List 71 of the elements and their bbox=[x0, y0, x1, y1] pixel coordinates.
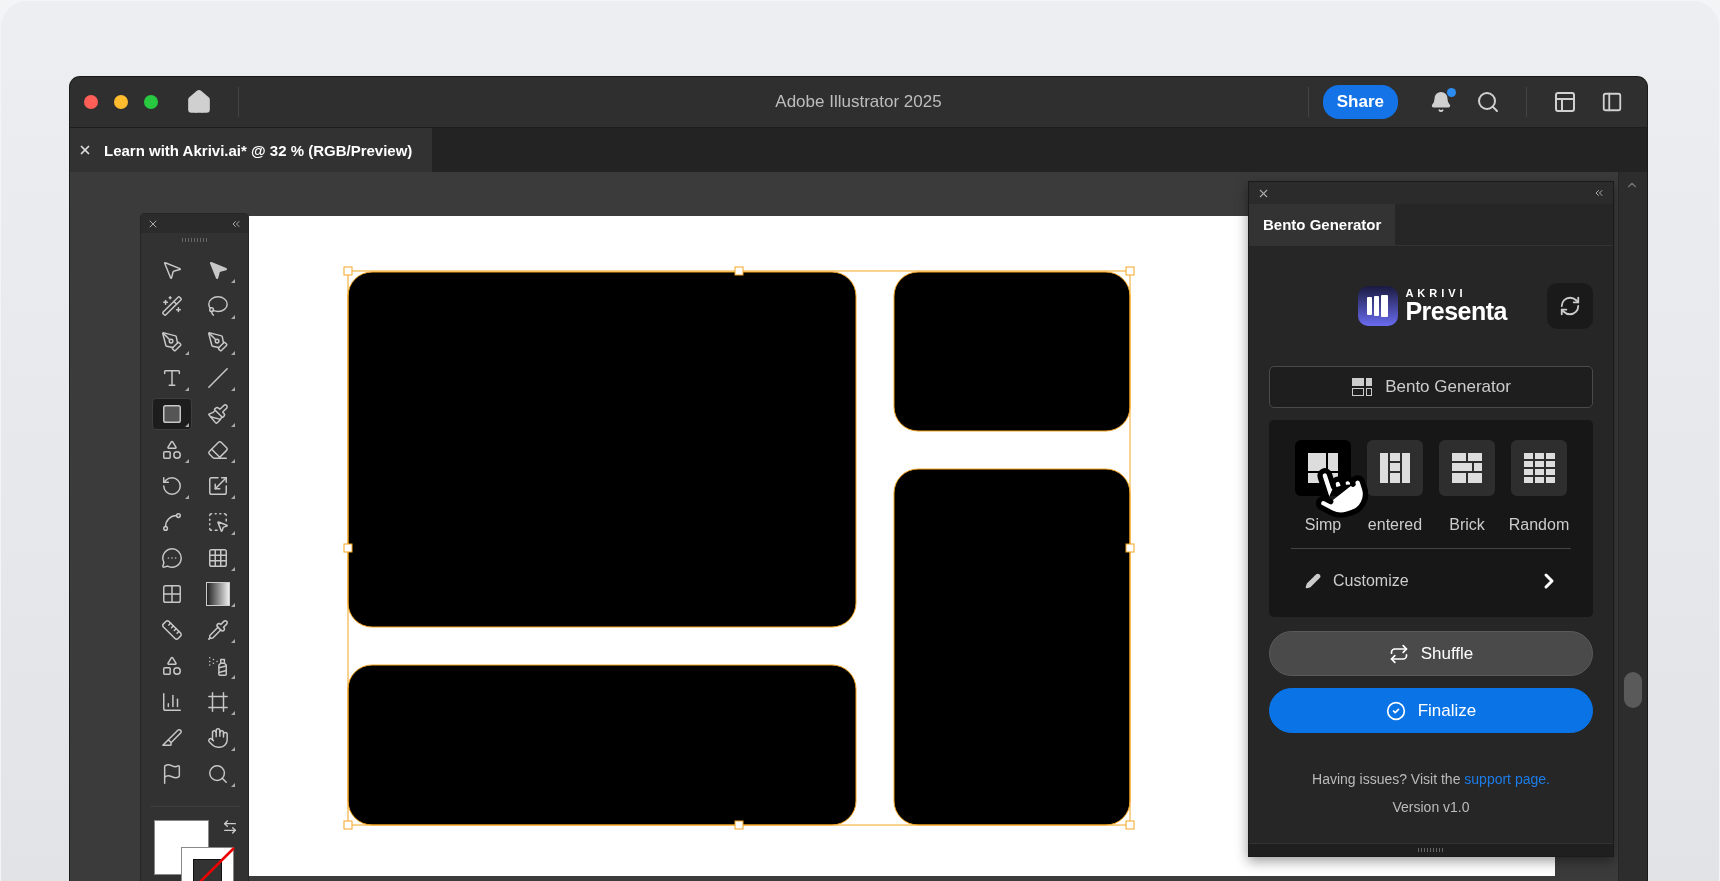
close-window-button[interactable] bbox=[84, 95, 98, 109]
shapes-icon bbox=[160, 439, 183, 462]
layout-label: Simp bbox=[1304, 516, 1342, 534]
pen-icon bbox=[160, 331, 183, 354]
bar-chart-icon bbox=[160, 691, 183, 714]
help-text: Having issues? Visit the support page. bbox=[1311, 771, 1551, 787]
swap-icon[interactable] bbox=[221, 819, 238, 836]
close-icon[interactable] bbox=[78, 143, 92, 157]
hand-icon bbox=[206, 727, 229, 750]
layout-tile[interactable] bbox=[1511, 440, 1567, 496]
drag-grip[interactable] bbox=[1418, 848, 1444, 852]
shuffle-icon bbox=[1388, 643, 1409, 664]
layout-label: Random bbox=[1508, 516, 1570, 534]
layout-label: entered bbox=[1367, 516, 1423, 534]
window-title: Adobe Illustrator 2025 bbox=[775, 92, 942, 111]
document-tab[interactable]: Learn with Akrivi.ai* @ 32 % (RGB/Preview) bbox=[70, 128, 433, 172]
layout-tile[interactable] bbox=[1367, 440, 1423, 496]
rotate-icon bbox=[160, 475, 183, 498]
speech-bubble-icon bbox=[160, 547, 183, 570]
line-icon bbox=[206, 367, 229, 390]
search-icon[interactable] bbox=[1476, 90, 1500, 114]
brand-overline: AKRIVI bbox=[1405, 288, 1468, 299]
lasso-icon bbox=[206, 295, 229, 318]
ruler-icon bbox=[160, 619, 183, 642]
share-button[interactable]: Share bbox=[1322, 85, 1398, 119]
layout-tile[interactable] bbox=[1439, 440, 1495, 496]
pen-icon bbox=[206, 331, 229, 354]
spray-can-icon bbox=[206, 655, 229, 678]
zoom-window-button[interactable] bbox=[144, 95, 158, 109]
grid-layout-icon bbox=[1378, 451, 1412, 485]
brand-name: Presenta bbox=[1405, 299, 1507, 324]
vertical-scrollbar[interactable] bbox=[1618, 172, 1647, 881]
dashed-pointer-icon bbox=[206, 511, 229, 534]
panel-toggle-icon[interactable] bbox=[1601, 91, 1623, 113]
version-text: Version v1.0 bbox=[1391, 799, 1471, 815]
pencil-icon bbox=[1305, 573, 1321, 589]
shuffle-button[interactable]: Shuffle bbox=[1269, 631, 1593, 676]
zoom-icon bbox=[206, 763, 229, 786]
layout-label: Brick bbox=[1449, 516, 1485, 534]
grid-layout-icon bbox=[1522, 451, 1556, 485]
home-icon[interactable] bbox=[186, 89, 212, 115]
curve-icon bbox=[160, 511, 183, 534]
logo-icon bbox=[1357, 285, 1400, 327]
minimize-window-button[interactable] bbox=[114, 95, 128, 109]
grid-layout-icon bbox=[1450, 451, 1484, 485]
refresh-icon bbox=[1559, 295, 1581, 317]
finalize-button[interactable]: Finalize bbox=[1269, 688, 1593, 733]
check-circle-icon bbox=[1385, 700, 1406, 721]
eyedropper-icon bbox=[206, 619, 229, 642]
gradient-icon bbox=[205, 582, 230, 607]
shapes-icon bbox=[160, 655, 183, 678]
layout-icon bbox=[1351, 377, 1374, 397]
support-link[interactable]: support page. bbox=[1464, 771, 1550, 787]
workspace-layout-icon[interactable] bbox=[1553, 90, 1577, 114]
panel-tab[interactable]: Bento Generator bbox=[1249, 204, 1396, 245]
bento-generator-button[interactable]: Bento Generator bbox=[1269, 366, 1593, 408]
rectangle-icon bbox=[160, 403, 183, 426]
scroll-thumb[interactable] bbox=[1624, 672, 1642, 708]
paintbrush-icon bbox=[206, 403, 229, 426]
collapse-icon[interactable] bbox=[1593, 187, 1605, 199]
document-title: Learn with Akrivi.ai* @ 32 % (RGB/Preview) bbox=[104, 141, 413, 159]
refresh-button[interactable] bbox=[1547, 283, 1593, 329]
grid-icon bbox=[206, 547, 229, 570]
scale-icon bbox=[206, 475, 229, 498]
mesh-icon bbox=[160, 583, 183, 606]
customize-row[interactable]: Customize bbox=[1289, 559, 1573, 603]
selection-bounding-box[interactable] bbox=[343, 266, 1135, 830]
eraser-icon bbox=[206, 439, 229, 462]
magic-wand-icon bbox=[160, 295, 183, 318]
frame-icon bbox=[206, 691, 229, 714]
tool-button[interactable] bbox=[151, 398, 192, 431]
